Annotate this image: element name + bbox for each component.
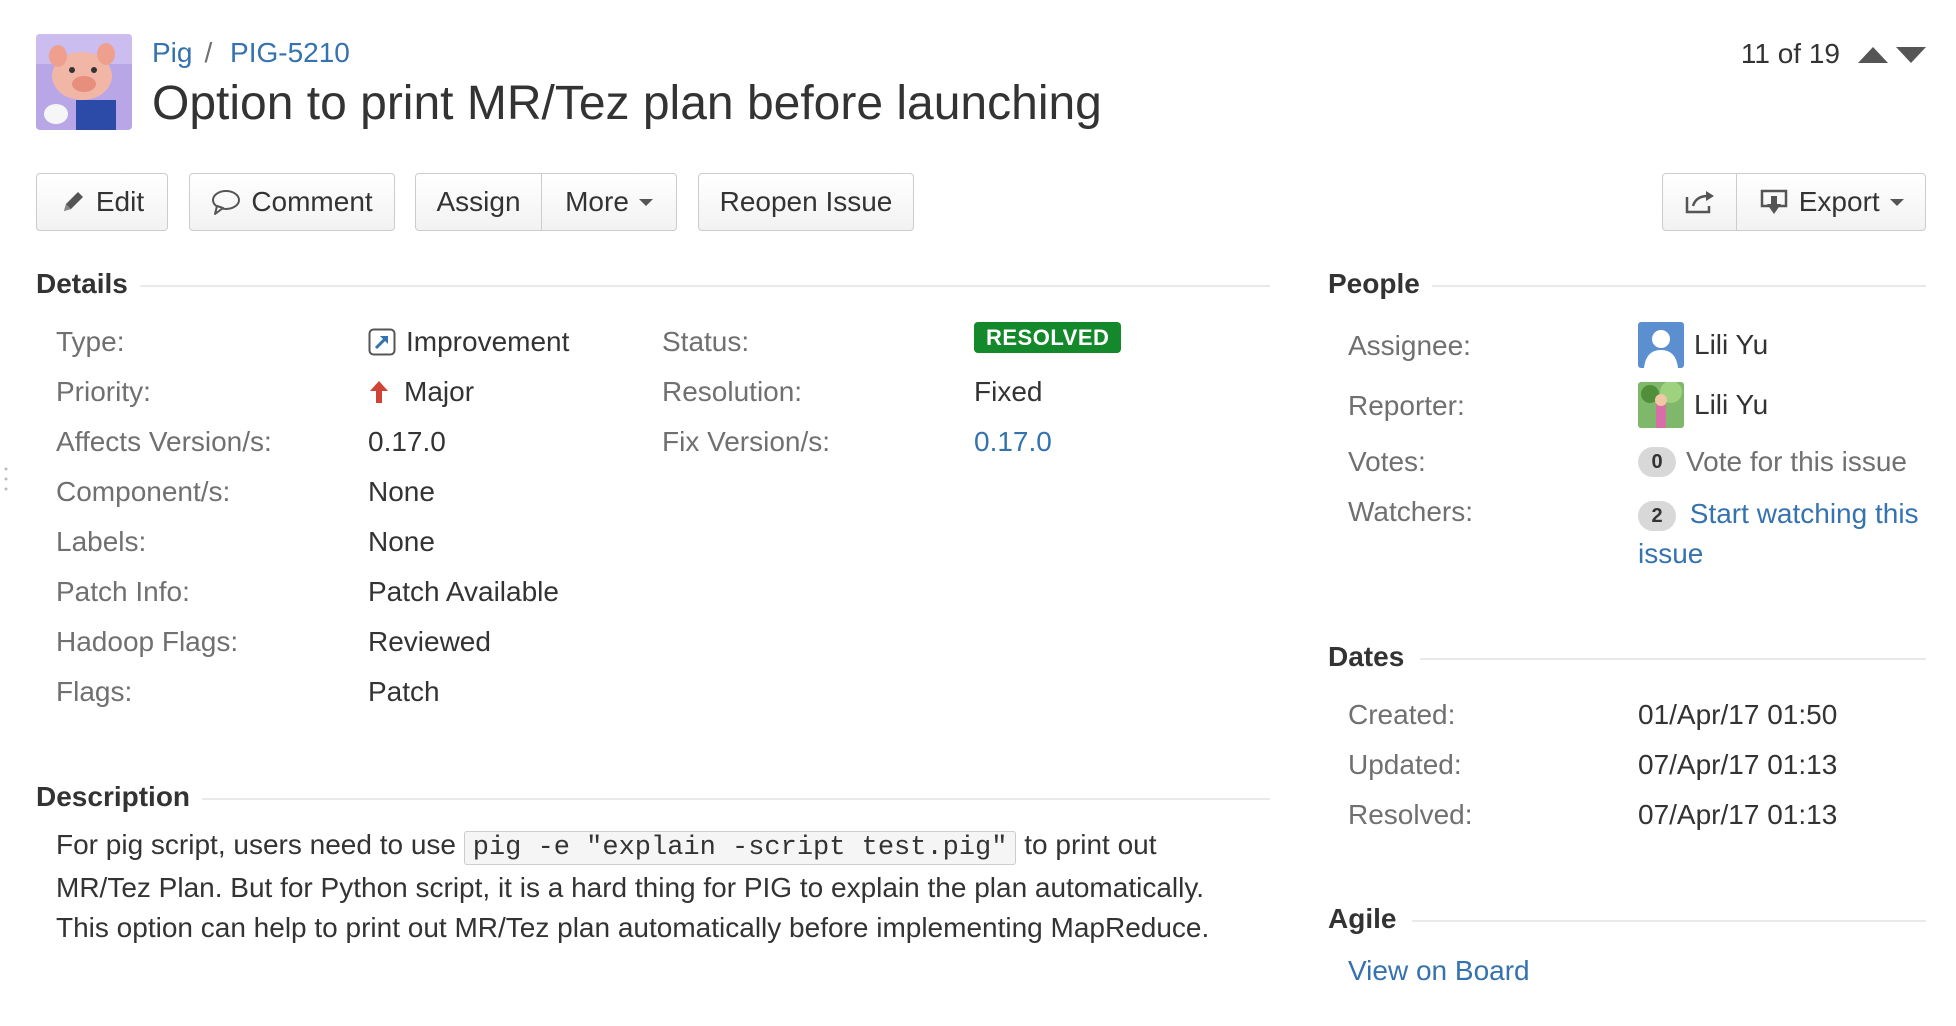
labels-label: Labels: — [56, 526, 147, 557]
watchers-label: Watchers: — [1348, 496, 1473, 527]
improvement-type-icon — [368, 328, 396, 356]
updated-label: Updated: — [1348, 749, 1462, 780]
vote-text: Vote for this issue — [1686, 446, 1908, 477]
status-value: RESOLVED — [974, 322, 1122, 353]
hadoop-flags-value: Reviewed — [368, 626, 491, 657]
assignee-name: Lili Yu — [1694, 329, 1769, 360]
reporter-name: Lili Yu — [1694, 389, 1769, 420]
details-heading: Details — [36, 268, 128, 299]
more-button[interactable]: More — [541, 174, 676, 230]
comment-icon — [212, 190, 241, 215]
edit-button[interactable]: Edit — [36, 173, 168, 231]
hadoop-flags-label: Hadoop Flags: — [56, 626, 239, 657]
agile-heading: Agile — [1328, 903, 1397, 934]
watchers-count-badge: 2 — [1638, 500, 1676, 531]
breadcrumb-project-link[interactable]: Pig — [152, 37, 192, 68]
more-button-label: More — [565, 186, 629, 217]
resolved-label: Resolved: — [1348, 799, 1473, 830]
breadcrumb: Pig / PIG-5210 — [152, 37, 350, 69]
reporter-value[interactable]: Lili Yu — [1638, 382, 1768, 428]
created-date: 01/Apr/17 01:50 — [1638, 699, 1838, 730]
comment-button[interactable]: Comment — [189, 173, 395, 231]
export-button-label: Export — [1798, 186, 1880, 217]
reopen-issue-button[interactable]: Reopen Issue — [698, 173, 914, 231]
arrow-down-icon[interactable] — [1896, 45, 1926, 63]
chevron-down-icon — [638, 198, 653, 206]
description-divider — [202, 798, 1270, 800]
patch-info-label: Patch Info: — [56, 576, 190, 607]
arrow-up-icon[interactable] — [1858, 45, 1888, 63]
assignee-avatar — [1638, 322, 1684, 368]
share-icon — [1685, 191, 1714, 214]
watchers-value: 2 Start watching this issue — [1638, 494, 1938, 574]
fix-version-link[interactable]: 0.17.0 — [974, 426, 1052, 458]
patch-info-value: Patch Available — [368, 576, 559, 607]
type-value-text: Improvement — [406, 326, 570, 357]
components-label: Component/s: — [56, 476, 231, 507]
people-divider — [1432, 285, 1926, 287]
priority-value-text: Major — [404, 376, 475, 407]
comment-button-label: Comment — [251, 186, 373, 217]
pager-text: 11 of 19 — [1740, 38, 1840, 69]
issue-pager: 11 of 19 — [1741, 38, 1926, 70]
dates-divider — [1420, 658, 1926, 660]
page-title: Option to print MR/Tez plan before launc… — [152, 77, 1102, 130]
start-watching-link[interactable]: Start watching this issue — [1638, 498, 1919, 569]
type-label: Type: — [56, 326, 125, 357]
assign-more-group: Assign More — [415, 173, 677, 231]
assignee-value[interactable]: Lili Yu — [1638, 322, 1768, 368]
share-button[interactable] — [1663, 174, 1736, 230]
project-avatar[interactable] — [36, 34, 132, 130]
pencil-icon — [63, 192, 83, 211]
votes-label: Votes: — [1348, 446, 1426, 477]
flags-label: Flags: — [56, 676, 133, 707]
description-text-before: For pig script, users need to use — [56, 829, 456, 860]
fix-version-label: Fix Version/s: — [662, 426, 831, 457]
breadcrumb-issue-link[interactable]: PIG-5210 — [230, 37, 350, 68]
details-divider — [140, 285, 1270, 287]
description-heading: Description — [36, 781, 191, 812]
assign-button[interactable]: Assign — [416, 174, 541, 230]
assign-button-label: Assign — [436, 186, 521, 217]
priority-label: Priority: — [56, 376, 151, 407]
edit-button-label: Edit — [95, 186, 145, 217]
agile-divider — [1412, 920, 1926, 922]
affects-version-label: Affects Version/s: — [56, 426, 272, 457]
reporter-label: Reporter: — [1348, 390, 1465, 421]
share-export-group: Export — [1662, 173, 1926, 231]
breadcrumb-separator: / — [204, 37, 213, 68]
chevron-down-icon — [1889, 198, 1904, 206]
dates-heading: Dates — [1328, 641, 1405, 672]
flags-value: Patch — [368, 676, 440, 707]
components-value: None — [368, 476, 435, 507]
updated-date: 07/Apr/17 01:13 — [1638, 749, 1838, 780]
view-on-board-link[interactable]: View on Board — [1348, 955, 1530, 987]
resolution-label: Resolution: — [662, 376, 803, 407]
affects-version-value: 0.17.0 — [368, 426, 446, 457]
priority-major-icon — [370, 381, 388, 403]
reporter-avatar — [1638, 382, 1684, 428]
resolution-value: Fixed — [974, 376, 1043, 407]
people-heading: People — [1328, 268, 1420, 299]
export-icon — [1760, 189, 1787, 214]
sidebar-drag-handle[interactable] — [4, 466, 8, 496]
created-label: Created: — [1348, 699, 1456, 730]
priority-value: Major — [368, 376, 474, 408]
status-badge: RESOLVED — [974, 322, 1122, 353]
status-label: Status: — [662, 326, 750, 357]
votes-count-badge: 0 — [1638, 447, 1676, 477]
reopen-issue-label: Reopen Issue — [719, 186, 893, 217]
description-code: pig -e "explain -script test.pig" — [463, 831, 1017, 865]
export-button[interactable]: Export — [1736, 174, 1925, 230]
description-body: For pig script, users need to use pig -e… — [56, 825, 1216, 948]
resolved-date: 07/Apr/17 01:13 — [1638, 799, 1838, 830]
assignee-label: Assignee: — [1348, 330, 1471, 361]
votes-value: 0 Vote for this issue — [1638, 446, 1907, 478]
type-value: Improvement — [368, 326, 569, 358]
labels-value: None — [368, 526, 435, 557]
